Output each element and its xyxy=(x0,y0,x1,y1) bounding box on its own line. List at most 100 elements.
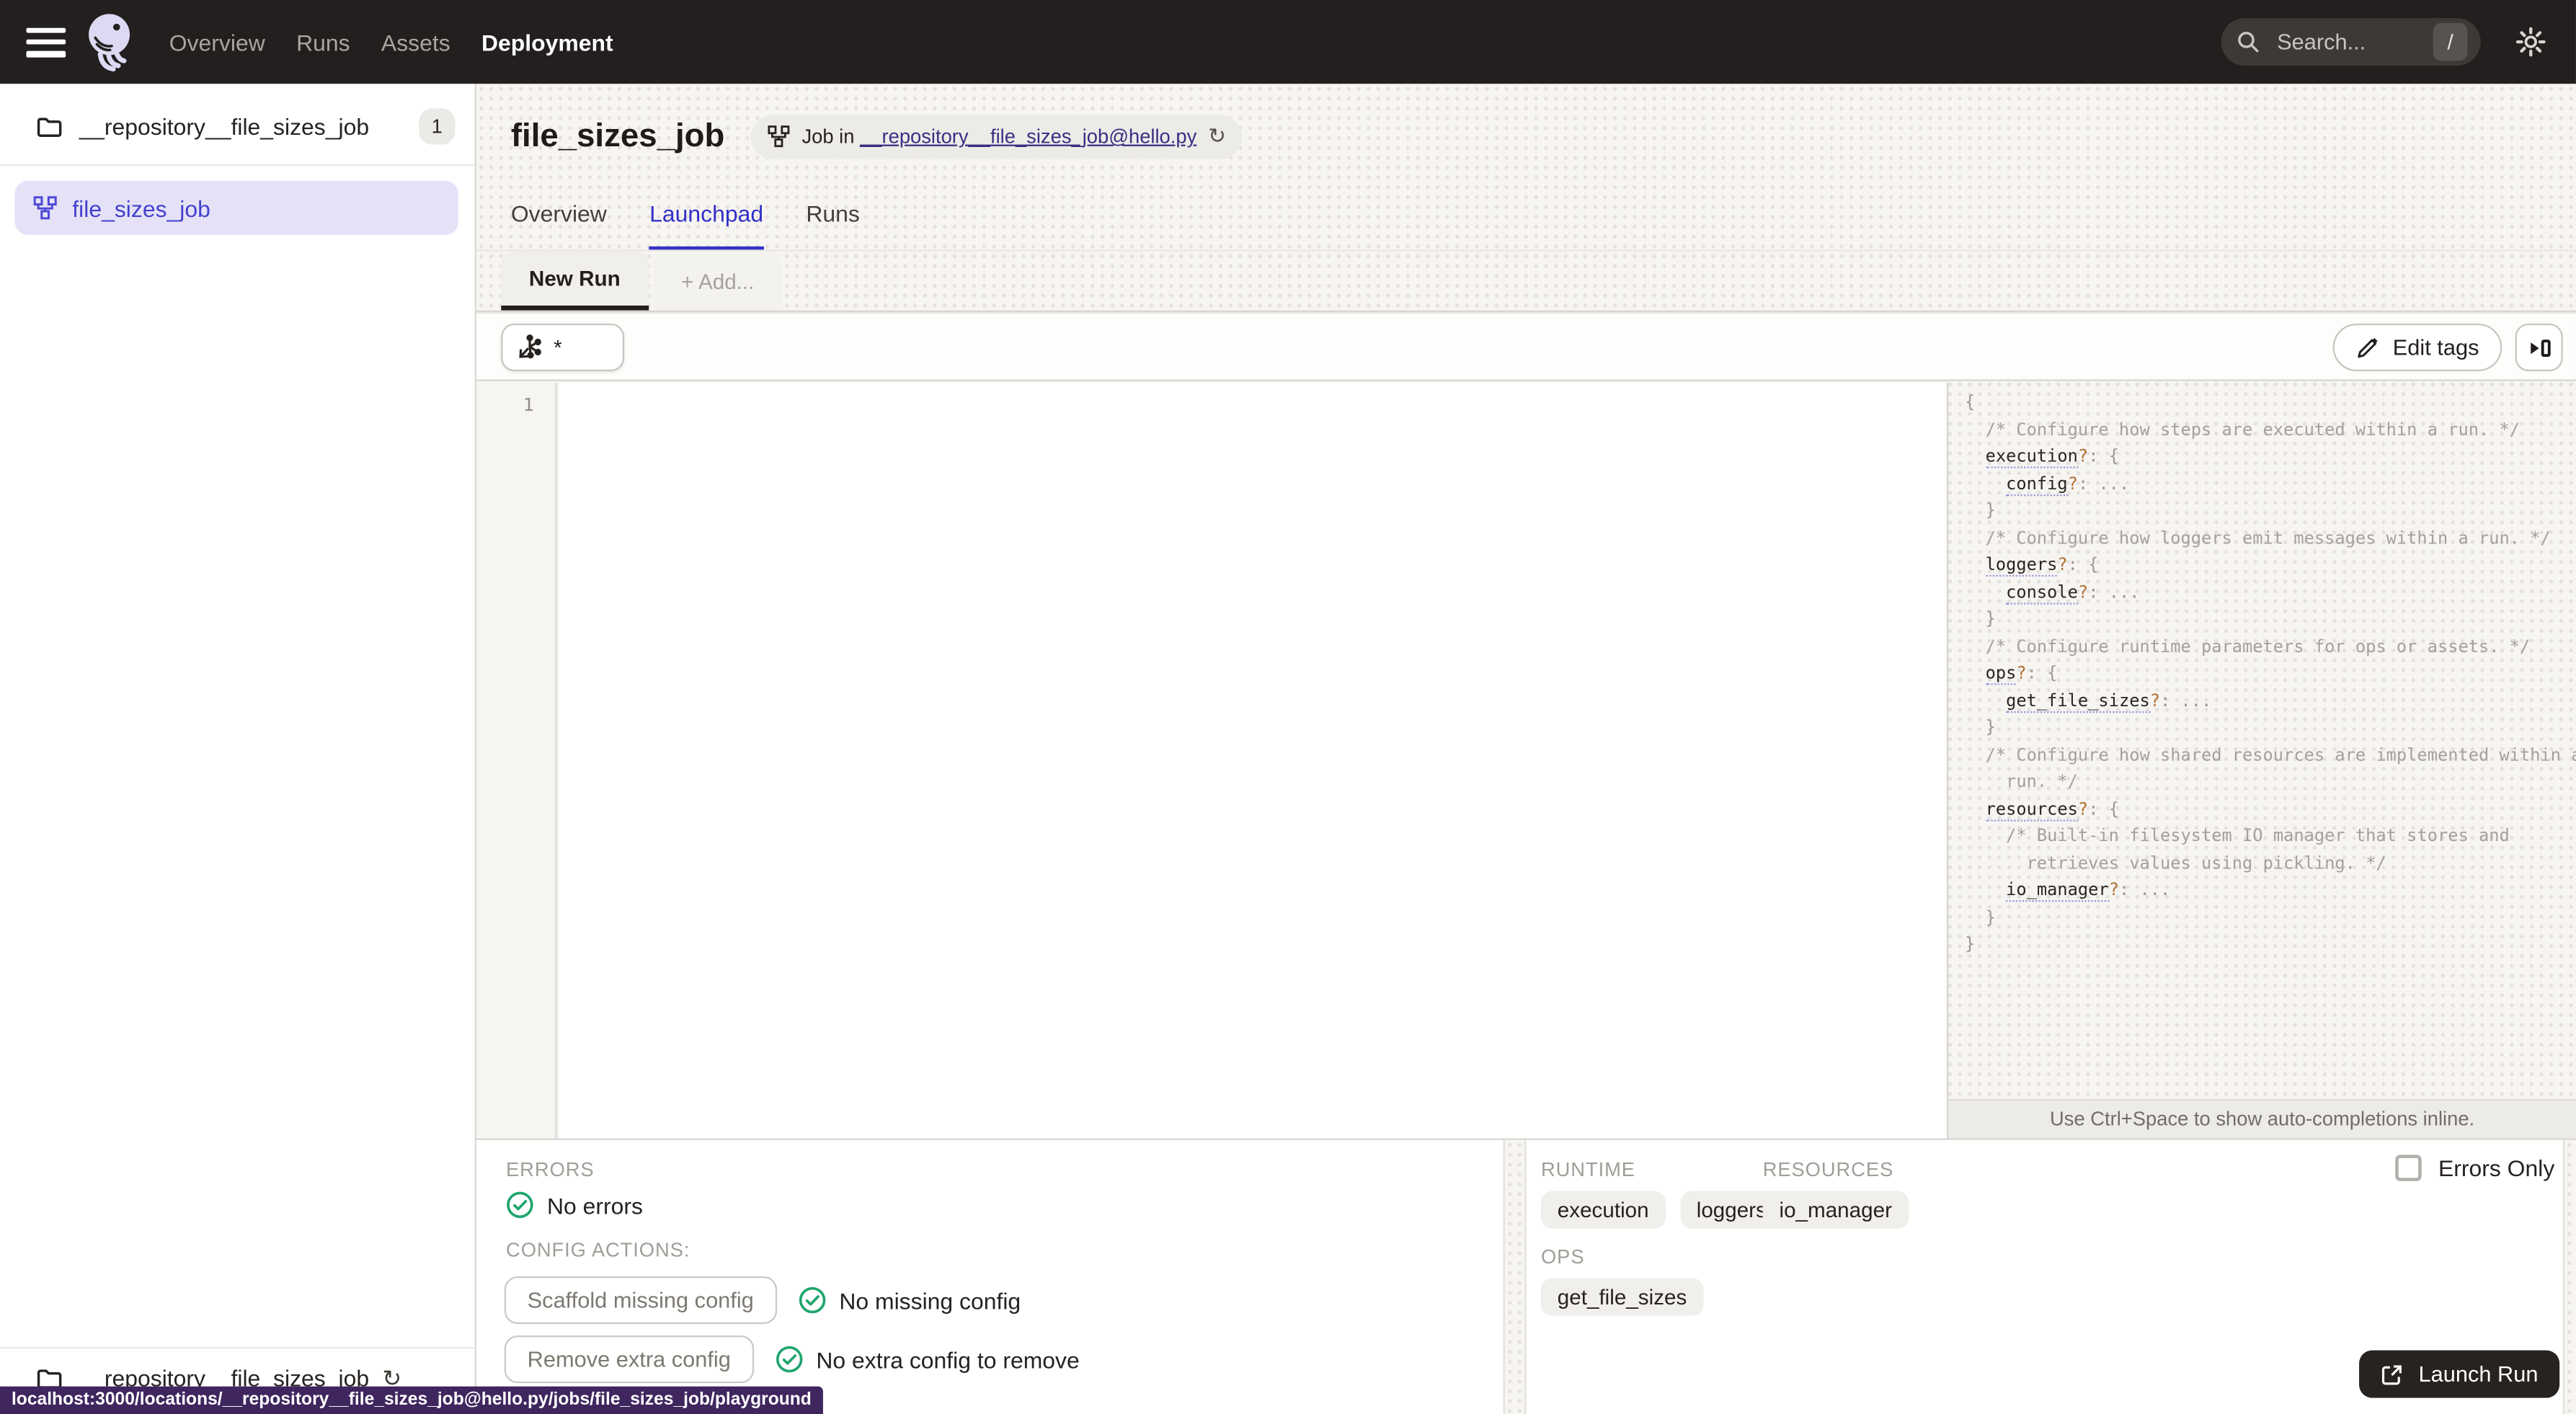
op-selector-icon xyxy=(519,334,541,359)
search-icon xyxy=(2238,32,2259,53)
resources-tags: io_manager xyxy=(1762,1191,1909,1229)
schema-code-line: console?: ... xyxy=(1965,579,2572,606)
scaffold-missing-config-button[interactable]: Scaffold missing config xyxy=(504,1276,777,1325)
schema-code-line: loggers?: { xyxy=(1965,552,2572,579)
app-root: Overview Runs Assets Deployment / __re xyxy=(0,0,2576,1414)
schema-code-line: get_file_sizes?: ... xyxy=(1965,688,2572,715)
tab-runs[interactable]: Runs xyxy=(806,182,860,249)
schema-code-line: retrieves values using pickling. */ xyxy=(2026,853,2386,873)
search-box[interactable]: / xyxy=(2221,18,2481,66)
edit-tags-label: Edit tags xyxy=(2392,334,2479,360)
repo-count-badge: 1 xyxy=(419,108,456,145)
menu-icon[interactable] xyxy=(26,27,66,57)
line-number: 1 xyxy=(523,394,534,416)
launch-run-button[interactable]: Launch Run xyxy=(2359,1350,2560,1398)
config-tab-new-run[interactable]: New Run xyxy=(501,251,649,311)
launch-run-label: Launch Run xyxy=(2418,1361,2539,1387)
editor-gutter: 1 xyxy=(476,383,557,1139)
schema-code-line: execution?: { xyxy=(1965,443,2572,471)
config-actions-label: CONFIG ACTIONS: xyxy=(506,1238,690,1262)
autocomplete-hint: Use Ctrl+Space to show auto-completions … xyxy=(1946,1098,2576,1139)
nav-item-overview[interactable]: Overview xyxy=(169,29,265,55)
nav-links: Overview Runs Assets Deployment xyxy=(169,29,613,55)
schema-code-line: /* Configure how loggers emit messages w… xyxy=(1985,528,2551,548)
tab-launchpad[interactable]: Launchpad xyxy=(649,182,764,250)
folder-icon xyxy=(37,117,62,136)
breadcrumb: Job in __repository__file_sizes_job@hell… xyxy=(750,114,1243,159)
schema-code-line: } xyxy=(1965,934,1976,955)
schema-code-line: ops?: { xyxy=(1965,660,2572,688)
launchpad-toolbar: * Edit tags xyxy=(476,312,2576,381)
errors-section-label: ERRORS xyxy=(506,1157,595,1181)
schema-code-line: resources?: { xyxy=(1965,796,2572,823)
repo-link[interactable]: __repository__file_sizes_job@hello.py xyxy=(860,125,1196,148)
errors-only-toggle[interactable]: Errors Only xyxy=(2395,1155,2555,1181)
sidebar: __repository__file_sizes_job 1 file_size… xyxy=(0,84,476,1414)
schema-code-line: config?: ... xyxy=(1965,471,2572,498)
schema-code-line: /* Built-in filesystem IO manager that s… xyxy=(2006,826,2510,846)
schema-code-line: /* Configure runtime parameters for ops … xyxy=(1985,636,2531,657)
remove-extra-config-button[interactable]: Remove extra config xyxy=(504,1335,754,1384)
schema-code-line: } xyxy=(1985,609,1996,629)
top-nav: Overview Runs Assets Deployment / xyxy=(0,0,2576,84)
gear-icon[interactable] xyxy=(2515,26,2546,57)
errors-only-label: Errors Only xyxy=(2438,1155,2555,1181)
schema-code-line: /* Configure how steps are executed with… xyxy=(1985,419,2521,440)
nav-item-runs[interactable]: Runs xyxy=(296,29,350,55)
job-tabs: Overview Launchpad Runs xyxy=(511,182,860,250)
schema-code-line: run. */ xyxy=(2006,772,2078,792)
no-missing-config-text: No missing config xyxy=(839,1286,1021,1314)
ops-tags: get_file_sizes xyxy=(1540,1278,1704,1316)
nav-item-deployment[interactable]: Deployment xyxy=(481,29,613,55)
config-schema-pane: { /* Configure how steps are executed wi… xyxy=(1946,383,2576,1099)
op-tag: get_file_sizes xyxy=(1540,1278,1704,1316)
pencil-icon xyxy=(2358,337,2379,357)
reload-location-icon[interactable]: ↻ xyxy=(1208,123,1226,149)
bottom-panel: ERRORS No errors CONFIG ACTIONS: Scaffol… xyxy=(476,1138,2576,1414)
job-graph-icon xyxy=(768,125,790,148)
no-extra-config-status: No extra config to remove xyxy=(775,1346,1080,1374)
check-circle-icon xyxy=(776,1346,803,1373)
errors-only-checkbox[interactable] xyxy=(2395,1155,2422,1181)
breadcrumb-prefix: Job in __repository__file_sizes_job@hell… xyxy=(801,125,1197,148)
op-selector-value: * xyxy=(554,334,562,360)
edit-tags-button[interactable]: Edit tags xyxy=(2333,324,2502,372)
panel-divider xyxy=(1503,1139,1527,1414)
schema-code-line: } xyxy=(1985,501,1996,521)
op-selector-input[interactable]: * xyxy=(501,324,625,372)
no-extra-config-text: No extra config to remove xyxy=(816,1346,1080,1373)
runtime-tag: execution xyxy=(1540,1191,1666,1229)
dagster-logo-icon[interactable] xyxy=(81,9,140,75)
resources-section-label: RESOURCES xyxy=(1762,1157,1894,1181)
page-title: file_sizes_job xyxy=(510,117,725,154)
schema-code-line: } xyxy=(1985,907,1996,928)
config-editor[interactable] xyxy=(558,383,1947,1139)
search-input[interactable] xyxy=(2273,27,2392,56)
no-missing-config-status: No missing config xyxy=(798,1286,1021,1315)
ops-section-label: OPS xyxy=(1540,1245,1585,1268)
no-errors-text: No errors xyxy=(547,1191,644,1219)
tab-overview[interactable]: Overview xyxy=(511,182,607,249)
no-errors-status: No errors xyxy=(506,1191,643,1219)
schema-code-line: /* Configure how shared resources are im… xyxy=(1985,744,2576,765)
check-circle-icon xyxy=(799,1286,825,1314)
schema-code-line: } xyxy=(1985,718,1996,738)
status-url-tooltip: localhost:3000/locations/__repository__f… xyxy=(0,1386,823,1414)
page-header: file_sizes_job Job in __repository__file… xyxy=(511,105,1243,168)
repo-name: __repository__file_sizes_job xyxy=(79,113,370,140)
sidebar-repo-header[interactable]: __repository__file_sizes_job 1 xyxy=(0,84,475,166)
schema-code-line: io_manager?: ... xyxy=(1965,877,2572,904)
expand-panel-icon xyxy=(2530,339,2550,357)
resource-tag: io_manager xyxy=(1762,1191,1909,1229)
job-graph-icon xyxy=(33,196,57,220)
runtime-section-label: RUNTIME xyxy=(1540,1157,1635,1181)
collapse-panel-button[interactable] xyxy=(2515,324,2563,372)
main-content: file_sizes_job Job in __repository__file… xyxy=(476,84,2576,1414)
add-config-tab-button[interactable]: + Add... xyxy=(653,251,783,311)
nav-item-assets[interactable]: Assets xyxy=(381,29,450,55)
launch-icon xyxy=(2382,1364,2402,1384)
schema-code-line: { xyxy=(1965,392,1976,413)
search-shortcut-badge: / xyxy=(2433,22,2468,61)
sidebar-item-label: file_sizes_job xyxy=(72,195,210,221)
sidebar-item-file-sizes-job[interactable]: file_sizes_job xyxy=(14,180,458,235)
